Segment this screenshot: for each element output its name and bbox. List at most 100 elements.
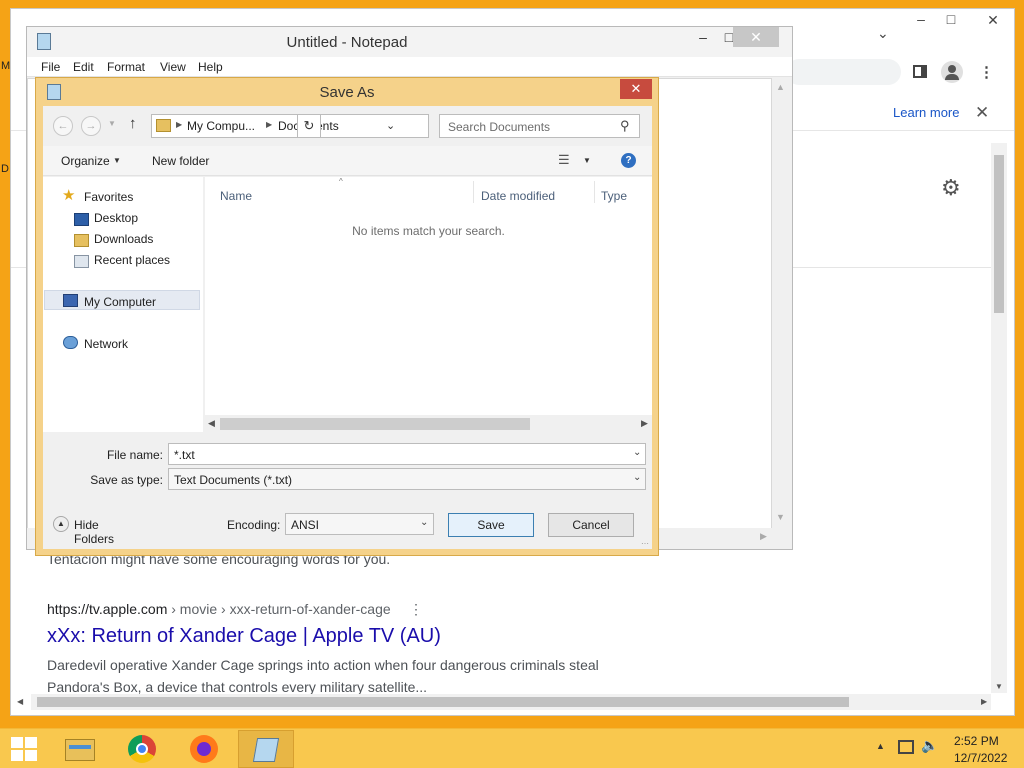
- scrollbar-thumb[interactable]: [220, 418, 530, 430]
- learn-more-link[interactable]: Learn more: [893, 105, 959, 120]
- tab-search-icon[interactable]: ⌄: [877, 25, 889, 42]
- save-button[interactable]: Save: [448, 513, 534, 537]
- nav-network[interactable]: Network: [84, 337, 128, 351]
- scrollbar-thumb[interactable]: [994, 155, 1004, 313]
- scrollbar-thumb[interactable]: [37, 697, 849, 707]
- recent-locations-chevron-icon[interactable]: ▼: [108, 119, 116, 128]
- save-as-type-dropdown-icon[interactable]: ⌄: [633, 472, 641, 483]
- column-header-date-modified[interactable]: Date modified: [481, 189, 555, 203]
- forward-button[interactable]: →: [81, 116, 101, 136]
- firefox-icon: [190, 735, 218, 763]
- file-name-dropdown-icon[interactable]: ⌄: [633, 447, 641, 458]
- column-header-type[interactable]: Type: [601, 189, 627, 203]
- desktop-icon-label-fragment: D: [1, 163, 9, 175]
- new-folder-button[interactable]: New folder: [152, 154, 209, 168]
- search-documents-input[interactable]: Search Documents ⚲: [439, 114, 640, 138]
- volume-icon[interactable]: 🔈: [921, 737, 938, 754]
- nav-recent-places[interactable]: Recent places: [94, 253, 170, 267]
- result-url-path: › movie › xxx-return-of-xander-cage: [167, 601, 391, 617]
- dialog-close-button[interactable]: ✕: [620, 79, 652, 99]
- notepad-vertical-scrollbar[interactable]: ▲ ▼: [772, 78, 789, 528]
- menu-help[interactable]: Help: [198, 60, 223, 74]
- column-header-name[interactable]: Name: [220, 189, 252, 203]
- organize-dropdown-icon[interactable]: ▼: [113, 156, 121, 165]
- clock-time[interactable]: 2:52 PM: [954, 734, 999, 748]
- notepad-taskbar-button[interactable]: [238, 730, 294, 768]
- page-horizontal-scrollbar[interactable]: ◀ ▶: [17, 694, 991, 710]
- chrome-menu-icon[interactable]: ⋮: [979, 63, 994, 81]
- refresh-button[interactable]: ↻: [297, 114, 321, 138]
- scroll-up-arrow-icon[interactable]: ▲: [776, 82, 785, 92]
- chrome-maximize-button[interactable]: □: [939, 11, 963, 27]
- show-hidden-icons-icon[interactable]: ▲: [876, 741, 885, 751]
- notepad-titlebar[interactable]: Untitled - Notepad – □ ✕: [27, 27, 792, 57]
- chrome-minimize-button[interactable]: –: [909, 11, 933, 27]
- hide-folders-label[interactable]: Hide Folders: [74, 518, 114, 546]
- file-name-label: File name:: [106, 448, 163, 462]
- scroll-right-arrow-icon[interactable]: ▶: [981, 697, 987, 706]
- address-dropdown-chevron-icon[interactable]: ⌄: [386, 119, 395, 132]
- menu-format[interactable]: Format: [107, 60, 145, 74]
- scroll-down-arrow-icon[interactable]: ▼: [995, 682, 1003, 691]
- notepad-close-button[interactable]: ✕: [733, 27, 779, 47]
- encoding-dropdown-icon[interactable]: ⌄: [420, 517, 428, 528]
- scroll-right-arrow-icon[interactable]: ▶: [641, 418, 648, 429]
- firefox-taskbar-button[interactable]: [176, 730, 232, 768]
- notepad-menubar: File Edit Format View Help: [27, 57, 792, 77]
- nav-desktop[interactable]: Desktop: [94, 211, 138, 225]
- scroll-right-arrow-icon[interactable]: ▶: [760, 531, 767, 542]
- breadcrumb-separator-icon[interactable]: ▶: [266, 120, 272, 129]
- start-button[interactable]: [0, 729, 48, 768]
- resize-grip-icon[interactable]: ⋯: [641, 539, 649, 548]
- network-status-icon[interactable]: [898, 740, 914, 754]
- result-description: Daredevil operative Xander Cage springs …: [47, 657, 599, 673]
- chrome-taskbar-button[interactable]: [114, 730, 170, 768]
- up-arrow-icon[interactable]: ↑: [129, 115, 137, 132]
- nav-downloads[interactable]: Downloads: [94, 232, 153, 246]
- address-bar[interactable]: [786, 59, 901, 85]
- result-title-link[interactable]: xXx: Return of Xander Cage | Apple TV (A…: [47, 625, 441, 648]
- scroll-left-arrow-icon[interactable]: ◀: [17, 697, 23, 706]
- profile-icon[interactable]: [941, 61, 963, 83]
- collapse-arrow-icon[interactable]: ▲: [53, 516, 69, 532]
- notepad-minimize-button[interactable]: –: [693, 27, 713, 49]
- breadcrumb-separator-icon[interactable]: ▶: [176, 120, 182, 129]
- nav-favorites[interactable]: Favorites: [84, 190, 133, 204]
- save-as-dialog: Save As ✕ ← → ▼ ↑ ▶ My Compu... ▶ Docume…: [35, 77, 659, 556]
- side-panel-icon[interactable]: [913, 65, 927, 78]
- folder-icon: [156, 119, 171, 132]
- taskbar: ▲ 🔈 2:52 PM 12/7/2022: [0, 728, 1024, 768]
- view-dropdown-icon[interactable]: ▼: [583, 156, 591, 165]
- desktop-icon: [74, 213, 89, 226]
- clock-date[interactable]: 12/7/2022: [954, 751, 1007, 765]
- view-options-icon[interactable]: ☰: [558, 152, 570, 168]
- file-name-input[interactable]: *.txt ⌄: [168, 443, 646, 465]
- page-vertical-scrollbar[interactable]: ▼: [991, 143, 1007, 693]
- settings-gear-icon[interactable]: ⚙: [941, 175, 961, 201]
- encoding-select[interactable]: ANSI ⌄: [285, 513, 434, 535]
- file-list-horizontal-scrollbar[interactable]: ◀ ▶: [205, 415, 652, 432]
- result-url[interactable]: https://tv.apple.com › movie › xxx-retur…: [47, 601, 391, 617]
- chrome-close-button[interactable]: ✕: [981, 12, 1005, 29]
- menu-view[interactable]: View: [160, 60, 186, 74]
- menu-file[interactable]: File: [41, 60, 60, 74]
- organize-button[interactable]: Organize: [61, 154, 110, 168]
- search-icon[interactable]: ⚲: [620, 118, 630, 134]
- scroll-left-arrow-icon[interactable]: ◀: [208, 418, 215, 429]
- column-separator[interactable]: [473, 181, 474, 203]
- back-button[interactable]: ←: [53, 116, 73, 136]
- save-as-type-select[interactable]: Text Documents (*.txt) ⌄: [168, 468, 646, 490]
- save-as-titlebar[interactable]: Save As ✕: [36, 78, 658, 106]
- help-icon[interactable]: ?: [621, 153, 636, 168]
- menu-edit[interactable]: Edit: [73, 60, 94, 74]
- scroll-down-arrow-icon[interactable]: ▼: [776, 512, 785, 522]
- breadcrumb-my-computer[interactable]: My Compu...: [187, 119, 255, 133]
- address-breadcrumb[interactable]: ▶ My Compu... ▶ Documents ⌄: [151, 114, 429, 138]
- result-more-icon[interactable]: ⋮: [409, 601, 423, 618]
- info-bar-close-icon[interactable]: ✕: [975, 103, 989, 123]
- nav-my-computer[interactable]: My Computer: [84, 295, 156, 309]
- file-explorer-taskbar-button[interactable]: [52, 730, 108, 768]
- cancel-button[interactable]: Cancel: [548, 513, 634, 537]
- column-separator[interactable]: [594, 181, 595, 203]
- dialog-toolbar: Organize ▼ New folder ☰ ▼ ?: [43, 146, 652, 176]
